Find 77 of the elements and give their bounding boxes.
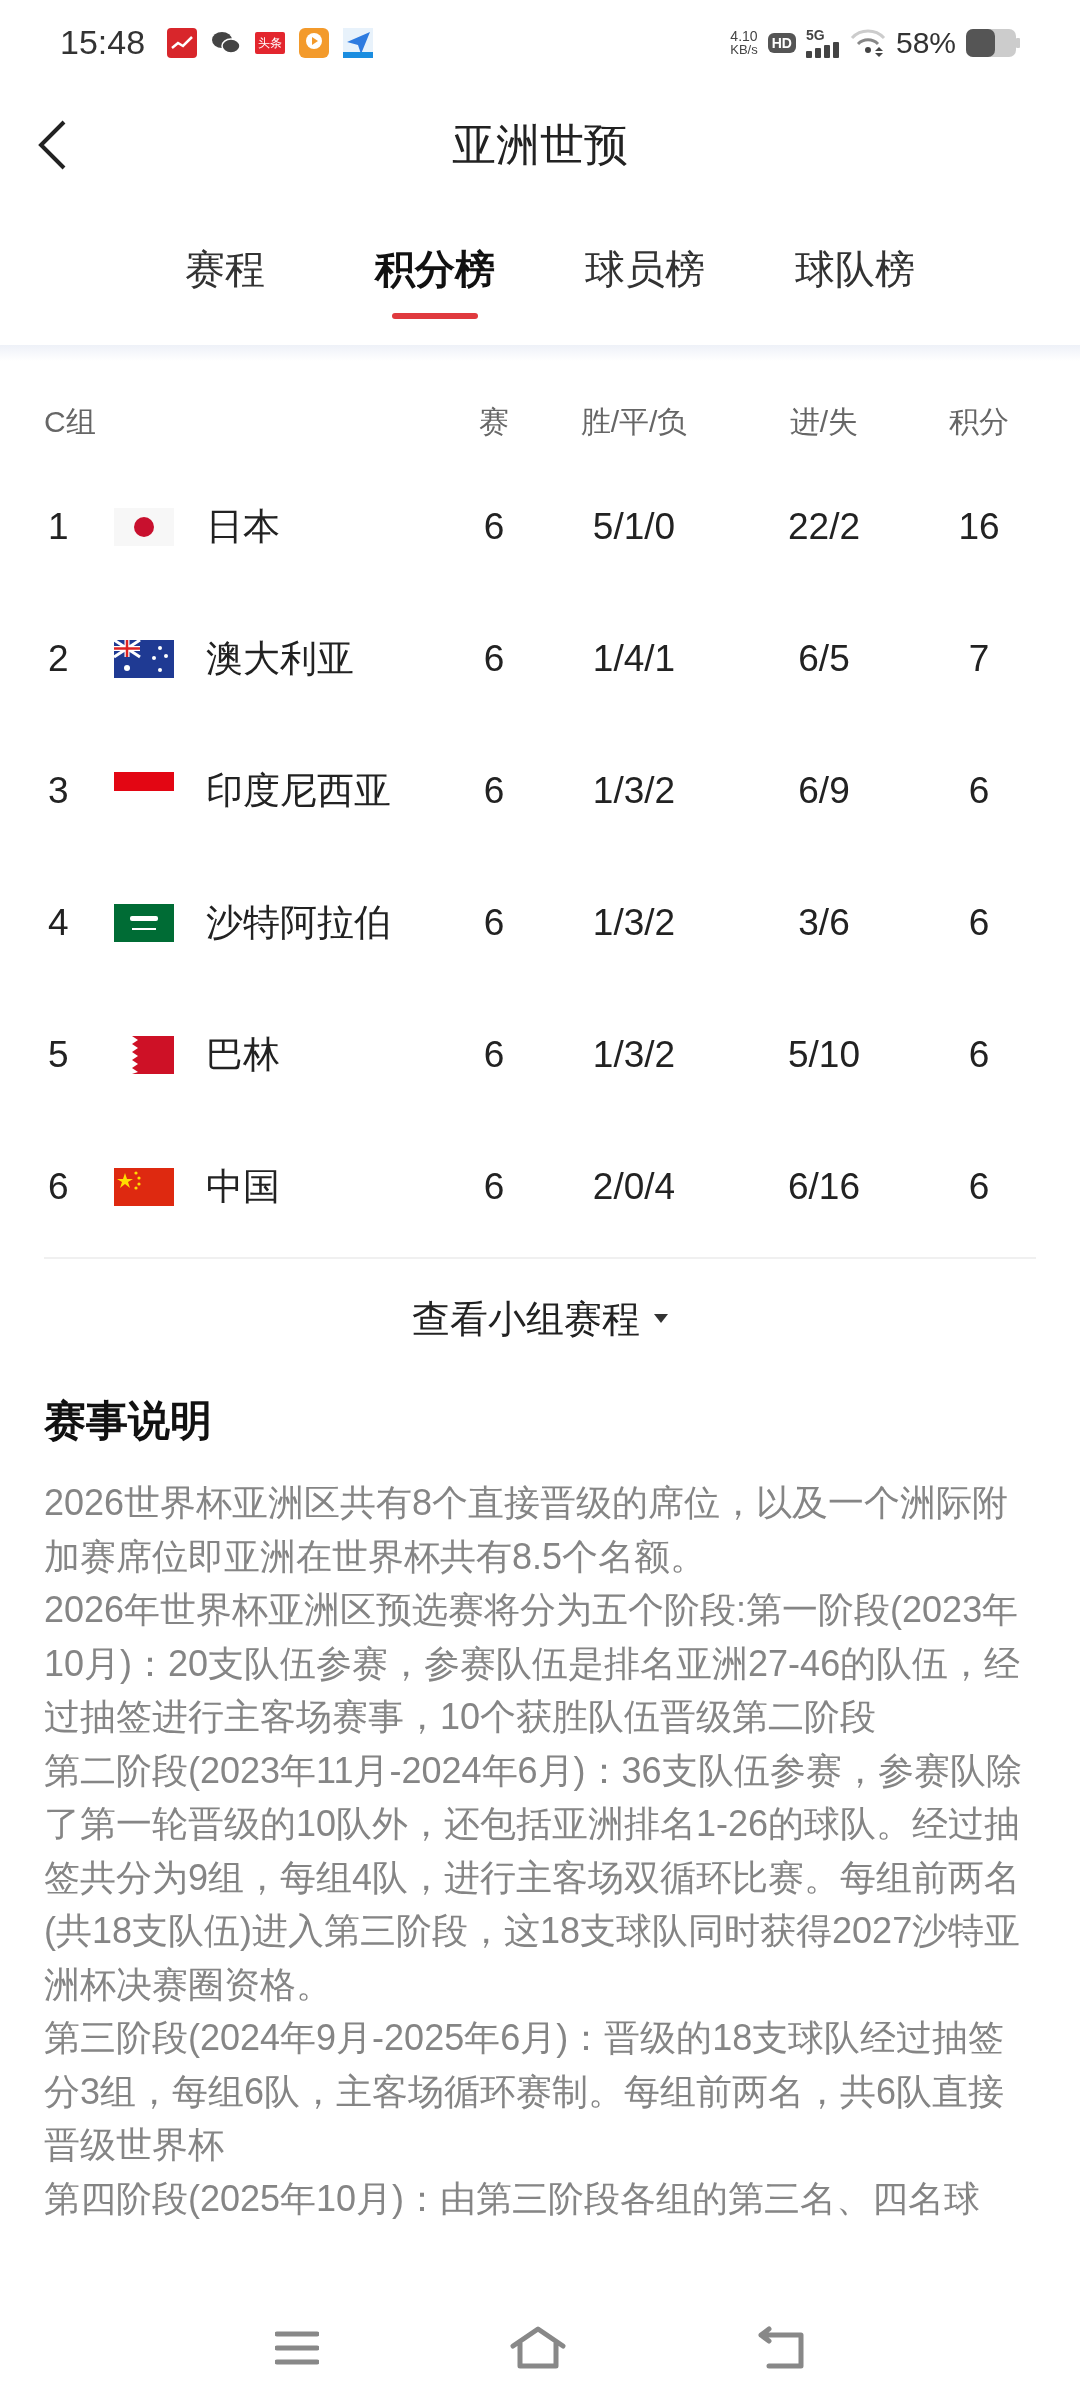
signal-icon [805, 41, 840, 58]
flag-icon [114, 1168, 174, 1206]
column-header: 进/失 [788, 403, 860, 440]
battery-icon [966, 28, 1020, 57]
menu-icon[interactable] [275, 2330, 320, 2366]
team-name: 沙特阿拉伯 [206, 901, 391, 946]
rank: 1 [47, 505, 70, 550]
stock-chart-icon [167, 27, 198, 58]
team-name: 日本 [206, 505, 280, 550]
rank: 6 [47, 1165, 70, 1210]
flag-icon [114, 772, 174, 791]
table-cell-text: 6 [482, 769, 506, 814]
table-cell-text: 6 [482, 901, 506, 946]
table-cell-text: 1/3/2 [591, 1033, 677, 1078]
tab[interactable]: 赛程 [185, 239, 265, 299]
description-paragraph: 2026年世界杯亚洲区预选赛将分为五个阶段:第一阶段(2023年10月)：20支队伍参赛，参赛队伍是排名亚洲27-46的队伍，经过抽签进行主客场赛事，10个获胜队伍晋级第二阶段 [44, 1588, 1022, 1739]
table-cell-text: 6 [967, 769, 991, 814]
chat-icon [211, 29, 242, 56]
flag-icon [114, 904, 174, 942]
table-cell-text: 22/2 [787, 505, 861, 550]
flag-icon [114, 508, 174, 546]
flag-icon [114, 640, 174, 678]
page-title: 亚洲世预 [452, 119, 628, 171]
team-name: 中国 [206, 1165, 280, 1210]
table-cell-text: 6/9 [797, 769, 851, 814]
table-cell-text: 6 [482, 1033, 506, 1078]
network-type: 5G [805, 27, 826, 42]
tab[interactable]: 球队榜 [795, 239, 915, 299]
description-paragraph: 第二阶段(2023年11月-2024年6月)：36支队伍参赛，参赛队除了第一轮晋级的10队外，还包括亚洲排名1-26的球队。经过抽签共分为9组，每组4队，进行主客场双循环比赛。每组前两名(共18支队伍)进入第三阶段，这18支球队同时获得2027沙特亚洲杯决赛圈资格。 [44, 1748, 1023, 2007]
table-cell-text: 1/4/1 [591, 637, 677, 682]
table-cell-text: 1/3/2 [591, 901, 677, 946]
table-cell-text: 1/3/2 [591, 769, 677, 814]
description-paragraph: 第三阶段(2024年9月-2025年6月)：晋级的18支球队经过抽签分3组，每组6队，主客场循环赛制。每组前两名，共6队直接晋级世界杯 [44, 2016, 1006, 2167]
wifi-icon [849, 28, 886, 57]
description-paragraph: 第四阶段(2025年10月)：由第三阶段各组的第三名、四名球 [44, 2176, 982, 2221]
team-name: 澳大利亚 [206, 637, 354, 682]
table-cell-text: 6 [482, 1165, 506, 1210]
network-speed: 4.10 KB/s [730, 29, 758, 56]
table-cell-text: 2/0/4 [591, 1165, 677, 1210]
description-paragraph: 2026世界杯亚洲区共有8个直接晋级的席位，以及一个洲际附加赛席位即亚洲在世界杯共有8.5个名额。 [44, 1481, 1010, 1579]
table-cell-text: 6/5 [797, 637, 851, 682]
clock: 15:48 [60, 22, 146, 63]
table-cell-text: 5/1/0 [591, 505, 677, 550]
table-cell-text: 5/10 [787, 1033, 861, 1078]
tab[interactable]: 积分榜 [375, 239, 495, 299]
column-header: 积分 [948, 403, 1010, 440]
table-cell-text: 6 [482, 505, 506, 550]
table-cell-text: 6/16 [787, 1165, 861, 1210]
table-cell-text: 6 [967, 1165, 991, 1210]
back-icon[interactable] [36, 119, 68, 171]
rank: 3 [47, 769, 70, 814]
column-header: 胜/平/负 [579, 403, 689, 440]
table-cell-text: 7 [967, 637, 991, 682]
schedule-link[interactable]: 查看小组赛程 [412, 1290, 668, 1348]
team-name: 巴林 [206, 1033, 280, 1078]
hd-icon: HD [767, 32, 796, 53]
rank: 5 [47, 1033, 70, 1078]
send-icon [343, 27, 374, 58]
play-icon [299, 27, 330, 58]
rank: 2 [47, 637, 70, 682]
table-cell-text: 6 [967, 901, 991, 946]
table-cell-text: 6 [967, 1033, 991, 1078]
table-cell-text: 6 [482, 637, 506, 682]
caret-icon [654, 1314, 668, 1324]
back-nav-icon[interactable] [756, 2326, 805, 2370]
tab[interactable]: 球员榜 [585, 239, 705, 299]
table-cell-text: 16 [957, 505, 1001, 550]
table-cell-text: 3/6 [797, 901, 851, 946]
news-app-icon: 头条 [255, 31, 286, 54]
team-name: 印度尼西亚 [206, 769, 391, 814]
home-icon[interactable] [510, 2326, 566, 2370]
column-header: 赛 [478, 403, 510, 440]
battery-percent: 58% [895, 25, 956, 61]
section-title: 赛事说明 [44, 1396, 213, 1446]
column-header: C组 [44, 403, 97, 440]
flag-icon [114, 1036, 174, 1074]
rank: 4 [47, 901, 70, 946]
